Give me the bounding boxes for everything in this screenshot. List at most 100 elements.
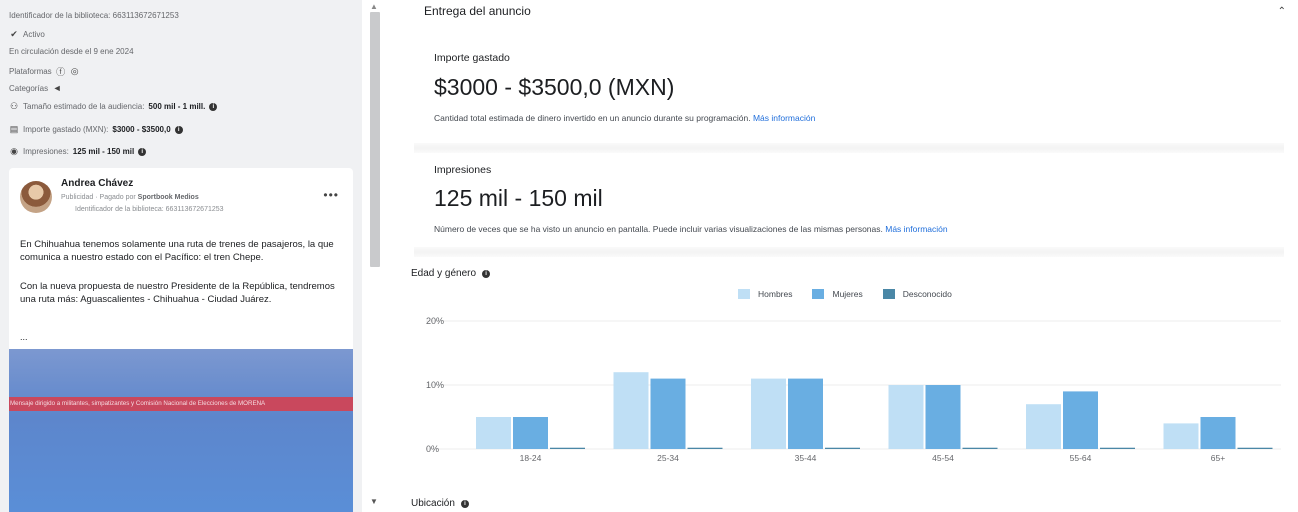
x-tick-label: 55-64 <box>1070 453 1092 463</box>
age-gender-chart: 20% 10% 0% 18-24 25-34 35-44 45-54 55-64 65+ <box>426 316 1281 463</box>
spend-value: $3000 - $3500,0 (MXN) <box>434 74 675 100</box>
audience-value: 500 mil - 1 mill. <box>148 102 206 111</box>
advertiser-name[interactable]: Andrea Chávez <box>61 178 133 189</box>
ad-library-id: Identificador de la biblioteca: 66311367… <box>75 206 224 213</box>
scroll-thumb[interactable] <box>370 12 380 267</box>
bar-desconocido-65+[interactable] <box>1237 447 1273 449</box>
spend-more-info-link[interactable]: Más información <box>753 113 815 123</box>
chevron-up-icon[interactable]: ⌃ <box>1278 6 1286 17</box>
bar-hombres-18-24[interactable] <box>476 417 511 449</box>
impressions-value: 125 mil - 150 mil <box>72 147 135 156</box>
legend-label: Desconocido <box>902 289 952 299</box>
impressions-description: Número de veces que se ha visto un anunc… <box>434 224 948 234</box>
bar-hombres-35-44[interactable] <box>751 378 786 449</box>
section-title[interactable]: Entrega del anuncio <box>424 4 531 18</box>
impressions-label: Impresiones: <box>23 147 69 156</box>
chart-title-text: Edad y género <box>411 268 477 279</box>
legend-swatch <box>812 289 825 299</box>
info-icon[interactable]: i <box>138 147 147 156</box>
sponsored-text: Publicidad · Pagado por <box>61 194 136 201</box>
bar-mujeres-35-44[interactable] <box>788 378 823 449</box>
spend-desc-text: Cantidad total estimada de dinero invert… <box>434 113 751 123</box>
divider <box>414 247 1284 257</box>
info-icon[interactable]: i <box>174 125 183 134</box>
info-icon[interactable]: i <box>209 102 218 111</box>
bar-hombres-25-34[interactable] <box>613 372 649 449</box>
bar-mujeres-25-34[interactable] <box>650 378 686 449</box>
ad-preview-card: Andrea Chávez Publicidad · Pagado por Sp… <box>9 168 353 512</box>
scroll-up-icon[interactable]: ▲ <box>370 2 378 11</box>
status-text: Activo <box>23 30 45 39</box>
advertiser-avatar[interactable] <box>20 181 52 213</box>
x-tick-label: 18-24 <box>520 453 542 463</box>
audience-line: ⚇ Tamaño estimado de la audiencia: 500 m… <box>9 101 218 112</box>
legend-label: Hombres <box>758 289 793 299</box>
platforms-line: Plataformas ⓕ ◎ <box>9 65 80 78</box>
scroll-down-icon[interactable]: ▼ <box>370 497 378 506</box>
divider <box>414 143 1284 153</box>
bar-hombres-65+[interactable] <box>1163 423 1199 449</box>
location-title: Ubicación i <box>411 498 469 509</box>
legend-label: Mujeres <box>832 289 863 299</box>
ad-banner-text: Mensaje dirigido a militantes, simpatiza… <box>9 397 353 411</box>
bar-mujeres-65+[interactable] <box>1200 417 1236 449</box>
ad-delivery-panel: Entrega del anuncio ⌃ Importe gastado $3… <box>396 0 1298 512</box>
scrollbar[interactable]: ▲ ▼ <box>366 0 384 512</box>
impressions-value: 125 mil - 150 mil <box>434 185 603 211</box>
bar-desconocido-45-54[interactable] <box>962 447 998 449</box>
check-circle-icon: ✔ <box>10 29 18 39</box>
location-title-text: Ubicación <box>411 498 455 509</box>
payer-name[interactable]: Sportbook Medios <box>138 194 199 201</box>
bar-hombres-45-54[interactable] <box>888 385 924 449</box>
megaphone-icon: ◄ <box>52 83 62 93</box>
impressions-more-info-link[interactable]: Más información <box>885 224 947 234</box>
ad-details-panel: Identificador de la biblioteca: 66311367… <box>0 0 362 512</box>
bar-desconocido-55-64[interactable] <box>1100 447 1135 449</box>
legend-swatch <box>882 289 895 299</box>
facebook-icon: ⓕ <box>56 67 66 77</box>
status-line: ✔ Activo <box>9 29 45 40</box>
bar-mujeres-55-64[interactable] <box>1063 391 1098 449</box>
info-icon[interactable]: i <box>460 499 469 508</box>
spend-label: Importe gastado (MXN): <box>23 125 109 134</box>
ad-paragraph-1: En Chihuahua tenemos solamente una ruta … <box>20 239 334 263</box>
running-since: En circulación desde el 9 ene 2024 <box>9 47 134 56</box>
eye-icon: ◉ <box>10 146 18 156</box>
y-tick-label: 10% <box>426 380 444 390</box>
bar-mujeres-45-54[interactable] <box>925 385 961 449</box>
library-id: Identificador de la biblioteca: 66311367… <box>9 11 179 20</box>
sponsored-line: Publicidad · Pagado por Sportbook Medios <box>61 194 199 201</box>
audience-label: Tamaño estimado de la audiencia: <box>23 102 145 111</box>
ad-paragraph-2: Con la nueva propuesta de nuestro Presid… <box>20 281 335 305</box>
bar-hombres-55-64[interactable] <box>1026 404 1061 449</box>
x-tick-label: 45-54 <box>932 453 954 463</box>
age-gender-title: Edad y género i <box>411 268 491 279</box>
y-tick-label: 0% <box>426 444 439 454</box>
instagram-icon: ◎ <box>70 66 79 76</box>
money-icon: ▤ <box>9 124 19 134</box>
info-icon[interactable]: i <box>482 269 491 278</box>
spend-line: ▤ Importe gastado (MXN): $3000 - $3500,0… <box>9 124 183 135</box>
spend-value: $3000 - $3500,0 <box>112 125 171 134</box>
legend-swatch <box>738 289 750 299</box>
impressions-title: Impresiones <box>434 164 492 176</box>
bar-desconocido-18-24[interactable] <box>550 447 585 449</box>
x-tick-label: 65+ <box>1211 453 1225 463</box>
more-options-icon[interactable]: ••• <box>323 188 339 202</box>
spend-description: Cantidad total estimada de dinero invert… <box>434 113 815 123</box>
categories-line: Categorías ◄ <box>9 83 62 93</box>
impressions-line: ◉ Impresiones: 125 mil - 150 mil i <box>9 146 147 157</box>
spend-title: Importe gastado <box>434 52 510 64</box>
ad-image[interactable]: Mensaje dirigido a militantes, simpatiza… <box>9 349 353 512</box>
legend-mujeres[interactable]: Mujeres <box>812 289 863 299</box>
legend-hombres[interactable]: Hombres <box>738 289 792 299</box>
see-more[interactable]: ... <box>20 332 28 342</box>
impressions-desc-text: Número de veces que se ha visto un anunc… <box>434 224 883 234</box>
bar-desconocido-25-34[interactable] <box>687 447 723 449</box>
people-icon: ⚇ <box>9 101 19 111</box>
x-tick-label: 35-44 <box>795 453 817 463</box>
bar-desconocido-35-44[interactable] <box>825 447 860 449</box>
x-tick-label: 25-34 <box>657 453 679 463</box>
legend-desconocido[interactable]: Desconocido <box>882 289 952 299</box>
bar-mujeres-18-24[interactable] <box>513 417 548 449</box>
